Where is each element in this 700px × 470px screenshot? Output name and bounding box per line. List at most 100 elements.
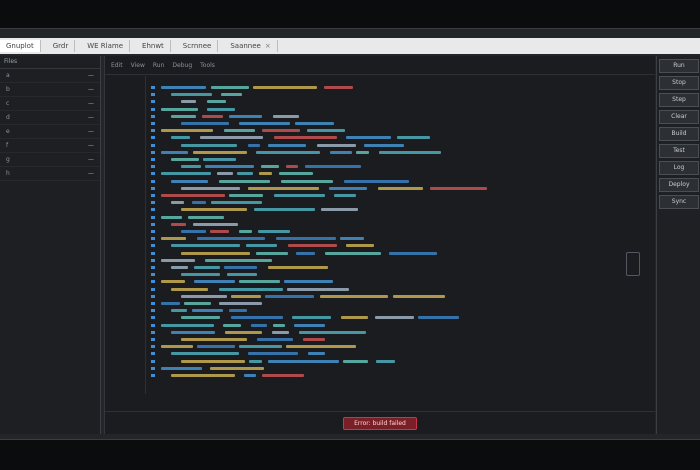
close-icon[interactable]: × — [265, 42, 271, 50]
panel-button[interactable]: Log — [659, 161, 699, 175]
code-token — [268, 266, 328, 269]
panel-button[interactable]: Run — [659, 59, 699, 73]
code-token — [171, 287, 208, 291]
code-token — [171, 158, 199, 161]
code-token — [161, 215, 182, 219]
panel-button[interactable]: Sync — [659, 195, 699, 209]
code-token — [287, 287, 349, 291]
line-number — [151, 302, 155, 305]
code-token — [181, 230, 206, 233]
menu-edit[interactable]: Edit — [111, 62, 123, 69]
line-number — [151, 208, 155, 212]
code-token — [248, 143, 260, 147]
code-token — [171, 330, 215, 334]
code-token — [256, 150, 320, 154]
sidebar-item[interactable]: f — — [0, 139, 100, 153]
sidebar-item[interactable]: a — — [0, 69, 100, 83]
line-number — [151, 244, 155, 248]
panel-button[interactable]: Stop — [659, 76, 699, 90]
line-number — [151, 122, 155, 125]
code-token — [239, 122, 290, 125]
code-token — [197, 237, 265, 241]
code-token — [244, 374, 256, 377]
line-number — [151, 172, 155, 176]
code-token — [161, 129, 213, 133]
code-token — [224, 129, 255, 133]
line-number — [151, 266, 155, 269]
code-token — [265, 294, 314, 298]
code-token — [171, 352, 239, 356]
panel-button[interactable]: Deploy — [659, 178, 699, 192]
code-token — [223, 323, 241, 327]
error-status-badge[interactable]: Error: build failed — [343, 416, 417, 430]
tab-scrnnee[interactable]: Scrnnee — [177, 40, 219, 52]
code-token — [346, 136, 391, 140]
code-token — [330, 150, 352, 154]
sidebar-item-label: f — [6, 142, 9, 149]
code-token — [219, 287, 283, 291]
panel-button[interactable]: Test — [659, 144, 699, 158]
code-token — [296, 251, 315, 255]
line-number — [151, 100, 155, 104]
code-token — [272, 330, 289, 334]
menu-debug[interactable]: Debug — [172, 62, 192, 69]
tab-gnuplot[interactable]: Gnuplot — [0, 40, 41, 52]
sidebar-item[interactable]: e — — [0, 125, 100, 139]
menu-view[interactable]: View — [131, 62, 145, 69]
code-token — [281, 179, 333, 183]
line-number — [151, 366, 155, 370]
right-panel: Run Stop Step Clear Build Test Log Deploy Sync — [656, 56, 700, 434]
line-number — [151, 316, 155, 320]
code-token — [171, 136, 190, 140]
tab-bar: Gnuplot Grdr WE Rlame Ehnwt Scrnnee Saan… — [0, 38, 700, 54]
line-number — [151, 107, 155, 111]
code-token — [171, 93, 212, 97]
panel-button[interactable]: Build — [659, 127, 699, 141]
code-token — [343, 359, 368, 363]
left-sidebar: Files a — b — c — d — e — f — g — h — — [0, 56, 101, 434]
line-number — [151, 287, 155, 291]
code-token — [171, 374, 235, 377]
tab-grdr[interactable]: Grdr — [47, 40, 76, 52]
line-gutter — [105, 76, 146, 394]
code-token — [193, 150, 247, 154]
code-token — [341, 316, 368, 320]
code-editor[interactable]: Edit View Run Debug Tools Error: build f… — [104, 56, 655, 434]
scroll-thumb[interactable] — [626, 252, 640, 276]
panel-button[interactable]: Step — [659, 93, 699, 107]
code-token — [262, 129, 300, 133]
code-token — [378, 186, 423, 190]
sidebar-item[interactable]: c — — [0, 97, 100, 111]
tab-ehnwt[interactable]: Ehnwt — [136, 40, 171, 52]
menu-tools[interactable]: Tools — [200, 62, 215, 69]
code-token — [376, 359, 395, 363]
sidebar-item[interactable]: d — — [0, 111, 100, 125]
code-token — [171, 222, 186, 226]
tab-we-rlame[interactable]: WE Rlame — [81, 40, 131, 52]
sidebar-item[interactable]: g — — [0, 153, 100, 167]
panel-button[interactable]: Clear — [659, 110, 699, 124]
line-number — [151, 136, 155, 140]
code-token — [418, 316, 459, 320]
code-token — [274, 194, 325, 197]
menu-run[interactable]: Run — [153, 62, 165, 69]
line-number — [151, 129, 155, 133]
line-number — [151, 158, 155, 161]
line-number — [151, 280, 155, 284]
code-token — [237, 172, 253, 176]
line-number — [151, 186, 155, 190]
code-token — [229, 194, 263, 197]
tab-saannee[interactable]: Saannee × — [224, 40, 278, 52]
sidebar-item[interactable]: h — — [0, 167, 100, 181]
code-token — [161, 150, 188, 154]
code-token — [192, 309, 223, 313]
code-token — [161, 86, 206, 89]
code-token — [171, 266, 188, 269]
sidebar-item[interactable]: b — — [0, 83, 100, 97]
code-token — [329, 186, 367, 190]
code-token — [393, 294, 445, 298]
sidebar-header: Files — [0, 56, 100, 69]
code-token — [219, 179, 270, 183]
line-number — [151, 222, 155, 226]
code-token — [203, 158, 236, 161]
